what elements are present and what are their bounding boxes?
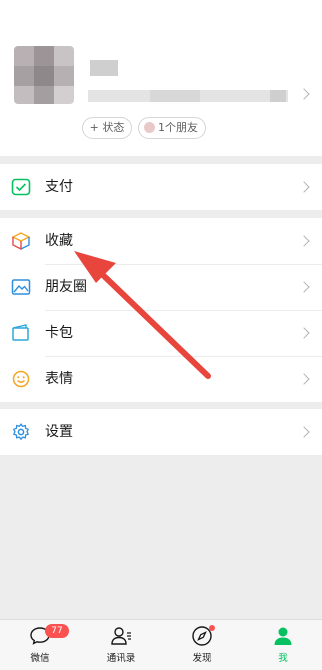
- tab-contacts[interactable]: 通讯录: [81, 620, 161, 670]
- username-redacted: [90, 60, 118, 76]
- chevron-right-icon: [298, 373, 310, 385]
- moments-photo-icon: [11, 279, 31, 295]
- chevron-right-icon: [298, 88, 310, 100]
- qr-code-redacted: [270, 90, 286, 102]
- friends-chip-label: 1个朋友: [158, 121, 198, 134]
- menu-item-settings-label: 设置: [45, 424, 73, 440]
- contacts-icon: [111, 627, 131, 645]
- tab-contacts-label: 通讯录: [106, 653, 136, 664]
- avatar[interactable]: [14, 46, 74, 104]
- menu-item-favorites[interactable]: 收藏: [0, 218, 322, 264]
- main-menu-section: 收藏 朋友圈 卡包 表情: [0, 218, 322, 402]
- menu-item-favorites-label: 收藏: [45, 233, 73, 249]
- chevron-right-icon: [298, 327, 310, 339]
- favorites-cube-icon: [11, 232, 31, 250]
- menu-item-moments[interactable]: 朋友圈: [0, 264, 322, 310]
- menu-item-settings[interactable]: 设置: [0, 409, 322, 455]
- card-wallet-icon: [12, 324, 29, 341]
- menu-item-moments-label: 朋友圈: [45, 279, 87, 295]
- menu-item-cards[interactable]: 卡包: [0, 310, 322, 356]
- gear-icon: [12, 423, 30, 441]
- tab-discover-label: 发现: [192, 653, 212, 664]
- tab-discover[interactable]: 发现: [162, 620, 242, 670]
- menu-item-stickers-label: 表情: [45, 371, 73, 387]
- smiley-icon: [12, 370, 30, 388]
- new-dot-badge: [209, 625, 215, 631]
- pay-icon: [11, 178, 31, 196]
- menu-item-pay-label: 支付: [45, 179, 73, 195]
- menu-item-cards-label: 卡包: [45, 325, 73, 341]
- friends-chip[interactable]: 1个朋友: [138, 117, 206, 139]
- chevron-right-icon: [298, 235, 310, 247]
- wechat-id-redacted-part: [150, 90, 200, 102]
- settings-section: 设置: [0, 409, 322, 455]
- chevron-right-icon: [298, 181, 310, 193]
- profile-header[interactable]: + 状态 1个朋友: [0, 0, 322, 156]
- chevron-right-icon: [298, 426, 310, 438]
- bottom-tab-bar: 77 微信 通讯录 发现 我: [0, 619, 322, 670]
- person-icon: [274, 627, 292, 645]
- tab-me-label: 我: [278, 653, 288, 664]
- tab-chats[interactable]: 77 微信: [0, 620, 80, 670]
- menu-item-stickers[interactable]: 表情: [0, 356, 322, 402]
- chevron-right-icon: [298, 281, 310, 293]
- friend-avatar-icon: [144, 122, 155, 133]
- menu-item-pay[interactable]: 支付: [0, 164, 322, 210]
- status-chip[interactable]: + 状态: [82, 117, 132, 139]
- pay-section: 支付: [0, 164, 322, 210]
- status-chip-label: + 状态: [89, 121, 125, 134]
- tab-chats-label: 微信: [30, 653, 50, 664]
- tab-me[interactable]: 我: [243, 620, 322, 670]
- unread-badge: 77: [45, 624, 69, 638]
